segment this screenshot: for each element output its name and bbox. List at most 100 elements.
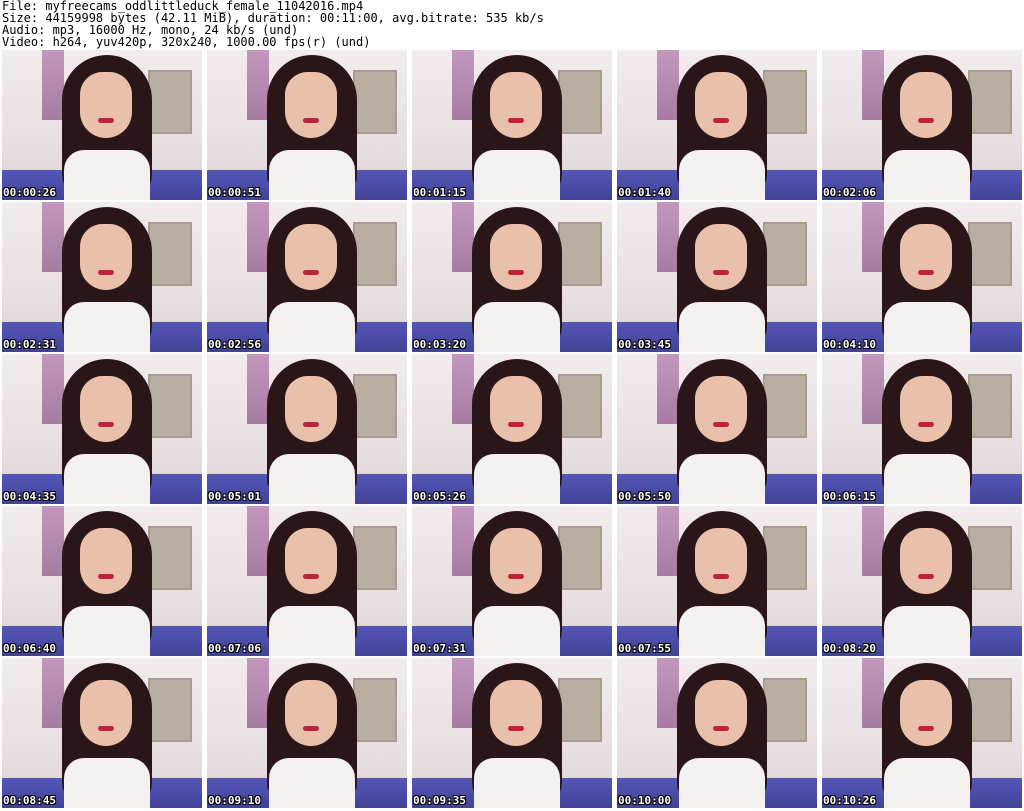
face-shape	[695, 680, 747, 746]
headboard-shape	[763, 222, 807, 286]
curtain-shape	[247, 354, 269, 424]
face-shape	[490, 224, 542, 290]
headboard-shape	[968, 678, 1012, 742]
video-thumbnail: 00:03:20	[412, 202, 612, 352]
lips-shape	[918, 422, 934, 427]
file-info-header: File: myfreecams_oddlittleduck_female_11…	[2, 0, 1022, 48]
face-shape	[490, 376, 542, 442]
thumbnail-timestamp: 00:03:20	[413, 338, 466, 351]
clothing-shape	[884, 302, 970, 352]
video-thumbnail: 00:07:31	[412, 506, 612, 656]
curtain-shape	[42, 50, 64, 120]
headboard-shape	[968, 374, 1012, 438]
face-shape	[900, 224, 952, 290]
clothing-shape	[64, 150, 150, 200]
video-thumbnail: 00:08:20	[822, 506, 1022, 656]
headboard-shape	[148, 526, 192, 590]
curtain-shape	[862, 50, 884, 120]
lips-shape	[918, 118, 934, 123]
lips-shape	[713, 118, 729, 123]
clothing-shape	[474, 302, 560, 352]
face-shape	[285, 224, 337, 290]
headboard-shape	[353, 70, 397, 134]
face-shape	[695, 224, 747, 290]
clothing-shape	[679, 758, 765, 808]
video-thumbnail: 00:08:45	[2, 658, 202, 808]
clothing-shape	[64, 606, 150, 656]
clothing-shape	[269, 150, 355, 200]
curtain-shape	[657, 658, 679, 728]
thumbnail-timestamp: 00:00:51	[208, 186, 261, 199]
clothing-shape	[269, 302, 355, 352]
video-thumbnail: 00:02:56	[207, 202, 407, 352]
thumbnail-timestamp: 00:02:06	[823, 186, 876, 199]
headboard-shape	[353, 678, 397, 742]
clothing-shape	[64, 758, 150, 808]
thumbnail-timestamp: 00:10:26	[823, 794, 876, 807]
video-thumbnail: 00:06:40	[2, 506, 202, 656]
curtain-shape	[862, 658, 884, 728]
video-thumbnail: 00:02:31	[2, 202, 202, 352]
headboard-shape	[558, 678, 602, 742]
video-thumbnail: 00:02:06	[822, 50, 1022, 200]
lips-shape	[508, 118, 524, 123]
headboard-shape	[968, 70, 1012, 134]
video-thumbnail: 00:01:40	[617, 50, 817, 200]
thumbnail-timestamp: 00:08:45	[3, 794, 56, 807]
video-thumbnail: 00:04:10	[822, 202, 1022, 352]
face-shape	[695, 72, 747, 138]
headboard-shape	[763, 374, 807, 438]
video-thumbnail: 00:07:06	[207, 506, 407, 656]
lips-shape	[918, 574, 934, 579]
clothing-shape	[884, 758, 970, 808]
video-thumbnail: 00:05:01	[207, 354, 407, 504]
headboard-shape	[148, 222, 192, 286]
face-shape	[80, 72, 132, 138]
thumbnail-timestamp: 00:07:06	[208, 642, 261, 655]
video-thumbnail: 00:06:15	[822, 354, 1022, 504]
curtain-shape	[42, 658, 64, 728]
thumbnail-timestamp: 00:03:45	[618, 338, 671, 351]
clothing-shape	[269, 758, 355, 808]
clothing-shape	[679, 606, 765, 656]
video-thumbnail: 00:01:15	[412, 50, 612, 200]
curtain-shape	[657, 354, 679, 424]
video-thumbnail: 00:03:45	[617, 202, 817, 352]
thumbnail-timestamp: 00:01:15	[413, 186, 466, 199]
video-thumbnail: 00:10:00	[617, 658, 817, 808]
clothing-shape	[64, 302, 150, 352]
curtain-shape	[247, 506, 269, 576]
clothing-shape	[474, 606, 560, 656]
face-shape	[80, 680, 132, 746]
curtain-shape	[452, 354, 474, 424]
clothing-shape	[269, 606, 355, 656]
curtain-shape	[452, 506, 474, 576]
face-shape	[80, 376, 132, 442]
clothing-shape	[679, 454, 765, 504]
curtain-shape	[452, 50, 474, 120]
lips-shape	[508, 726, 524, 731]
headboard-shape	[763, 70, 807, 134]
face-shape	[285, 376, 337, 442]
headboard-shape	[353, 526, 397, 590]
clothing-shape	[474, 758, 560, 808]
thumbnail-timestamp: 00:09:35	[413, 794, 466, 807]
lips-shape	[508, 270, 524, 275]
face-shape	[80, 224, 132, 290]
video-thumbnail: 00:10:26	[822, 658, 1022, 808]
video-thumbnail: 00:09:35	[412, 658, 612, 808]
face-shape	[490, 72, 542, 138]
face-shape	[285, 72, 337, 138]
video-thumbnail: 00:00:26	[2, 50, 202, 200]
thumbnail-timestamp: 00:07:55	[618, 642, 671, 655]
video-thumbnail: 00:07:55	[617, 506, 817, 656]
clothing-shape	[884, 150, 970, 200]
lips-shape	[713, 270, 729, 275]
lips-shape	[303, 118, 319, 123]
headboard-shape	[763, 526, 807, 590]
lips-shape	[303, 422, 319, 427]
thumbnail-timestamp: 00:09:10	[208, 794, 261, 807]
curtain-shape	[657, 202, 679, 272]
face-shape	[900, 528, 952, 594]
thumbnail-timestamp: 00:04:10	[823, 338, 876, 351]
